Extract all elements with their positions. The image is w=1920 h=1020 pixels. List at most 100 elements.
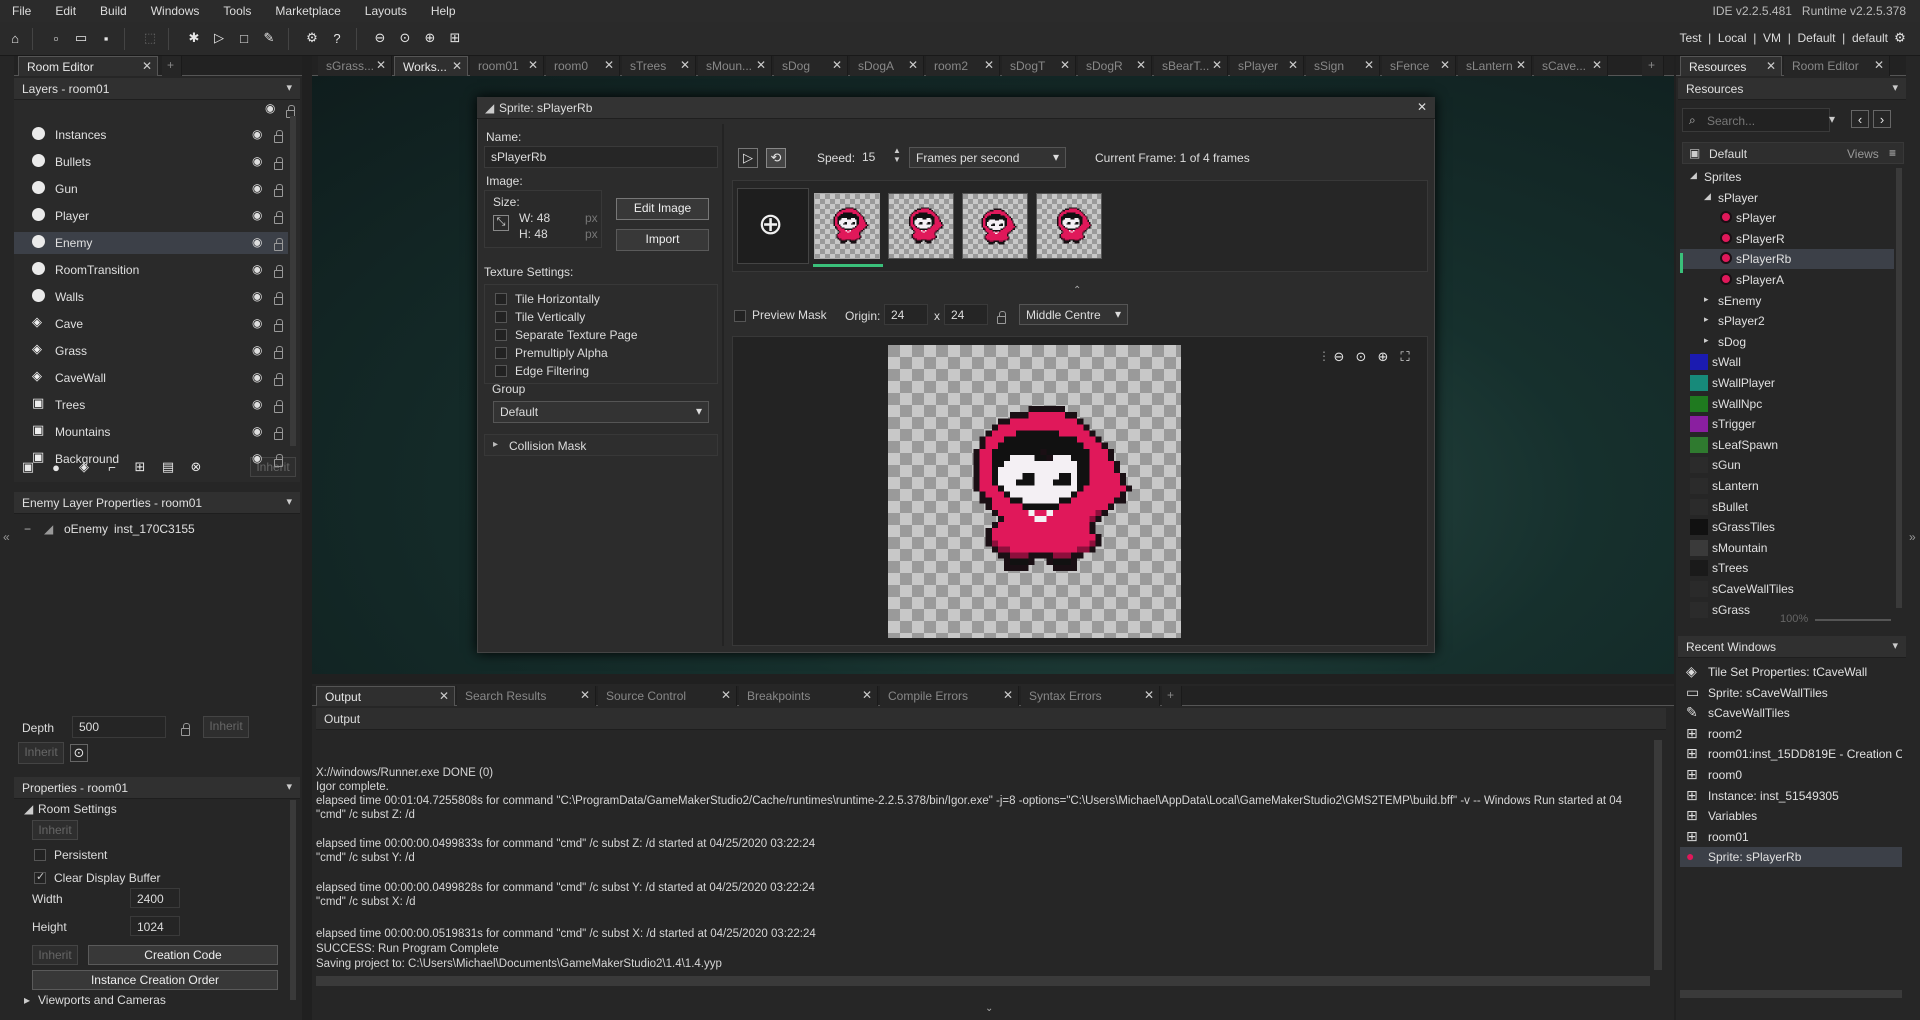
- stop-icon[interactable]: □: [234, 28, 254, 48]
- recent-window-item[interactable]: ✎ sCaveWallTiles: [1680, 703, 1902, 723]
- close-icon[interactable]: ✕: [1136, 58, 1146, 72]
- close-icon[interactable]: ✕: [984, 58, 994, 72]
- layer-row[interactable]: RoomTransition ◉: [14, 259, 288, 281]
- resource-item[interactable]: ◢ sPlayer: [1680, 188, 1894, 208]
- close-icon[interactable]: ✕: [1060, 58, 1070, 72]
- texture-option-checkbox[interactable]: [495, 347, 507, 359]
- close-icon[interactable]: ✕: [376, 58, 386, 72]
- resource-item[interactable]: sWallPlayer: [1680, 373, 1894, 393]
- resource-item[interactable]: sLeafSpawn: [1680, 435, 1894, 455]
- resource-item[interactable]: ▸ sPlayer2: [1680, 311, 1894, 331]
- import-button[interactable]: Import: [616, 229, 709, 251]
- close-icon[interactable]: ✕: [1592, 58, 1602, 72]
- search-input[interactable]: Search...: [1707, 114, 1755, 128]
- sprite-name-field[interactable]: sPlayerRb: [484, 146, 718, 168]
- resize-icon[interactable]: ⤡: [493, 215, 509, 231]
- recent-scrollbar[interactable]: [1680, 990, 1902, 998]
- layer-properties-header[interactable]: Enemy Layer Properties - room01 ▾: [14, 492, 300, 514]
- output-tab[interactable]: Search Results ✕: [457, 686, 596, 706]
- home-icon[interactable]: ⌂: [5, 28, 25, 48]
- collapsed-icon[interactable]: ▸: [1704, 314, 1709, 325]
- document-tab[interactable]: sTrees ✕: [622, 56, 696, 76]
- resource-item[interactable]: sLantern: [1680, 476, 1894, 496]
- layer-row[interactable]: Bullets ◉: [14, 151, 288, 173]
- expanded-icon[interactable]: ◢: [1690, 170, 1697, 181]
- menu-marketplace[interactable]: Marketplace: [263, 4, 352, 18]
- expand-icon[interactable]: ▸: [24, 993, 30, 1007]
- layer-row[interactable]: Enemy ◉: [14, 232, 288, 254]
- zoom-in-icon[interactable]: ⊕: [1374, 348, 1392, 366]
- menu-build[interactable]: Build: [88, 4, 139, 18]
- recent-window-item[interactable]: ◈ Tile Set Properties: tCaveWall: [1680, 662, 1902, 682]
- menu-icon[interactable]: ≡: [1889, 146, 1896, 160]
- add-tab-icon[interactable]: +: [1162, 686, 1182, 706]
- lock-icon[interactable]: [997, 311, 1006, 324]
- resource-item[interactable]: sPlayer: [1680, 208, 1894, 228]
- open-project-icon[interactable]: ▭: [71, 28, 91, 48]
- close-icon[interactable]: ✕: [1417, 100, 1427, 114]
- resource-item[interactable]: ▸ sDog: [1680, 332, 1894, 352]
- inherit-layer-button[interactable]: Inherit: [18, 742, 64, 764]
- clean-icon[interactable]: ✎: [259, 28, 279, 48]
- eye-icon[interactable]: ◉: [252, 289, 262, 303]
- resource-item[interactable]: sCaveWallTiles: [1680, 579, 1894, 599]
- document-tab[interactable]: sDogR ✕: [1078, 56, 1152, 76]
- close-icon[interactable]: ✕: [528, 58, 538, 72]
- output-hscrollbar[interactable]: [316, 976, 1650, 986]
- document-tab[interactable]: sGrass... ✕: [318, 56, 392, 76]
- layer-row[interactable]: ◈ CaveWall ◉: [14, 367, 288, 389]
- recent-window-item[interactable]: ⊞ room01:inst_15DD819E - Creation Co: [1680, 744, 1902, 764]
- lock-icon[interactable]: [274, 346, 283, 359]
- sprite-frame[interactable]: [1036, 193, 1102, 259]
- collapse-icon[interactable]: ◢: [485, 101, 494, 115]
- add-tab-icon[interactable]: +: [162, 56, 182, 76]
- output-vscrollbar[interactable]: [1654, 740, 1662, 970]
- texture-option-checkbox[interactable]: [495, 365, 507, 377]
- menu-edit[interactable]: Edit: [43, 4, 88, 18]
- tab-resources[interactable]: Resources ✕: [1680, 56, 1782, 76]
- close-icon[interactable]: ✕: [1364, 58, 1374, 72]
- fit-screen-icon[interactable]: ⛶: [1396, 348, 1414, 366]
- document-tab[interactable]: sLantern ✕: [1458, 56, 1532, 76]
- origin-preset-dropdown[interactable]: Middle Centre ▾: [1019, 304, 1128, 325]
- instance-creation-order-button[interactable]: Instance Creation Order: [32, 970, 278, 990]
- output-tab[interactable]: Syntax Errors ✕: [1021, 686, 1160, 706]
- views-label[interactable]: Views: [1847, 147, 1879, 161]
- layer-row[interactable]: ◈ Cave ◉: [14, 313, 288, 335]
- menu-layouts[interactable]: Layouts: [353, 4, 419, 18]
- close-icon[interactable]: ✕: [1212, 58, 1222, 72]
- close-icon[interactable]: ✕: [1003, 688, 1013, 702]
- zoom-out-icon[interactable]: ⊖: [1330, 348, 1348, 366]
- zoom-reset-icon[interactable]: ⊙: [1352, 348, 1370, 366]
- layers-header[interactable]: Layers - room01 ▾: [14, 78, 300, 100]
- lock-icon[interactable]: [274, 373, 283, 386]
- target-gear-icon[interactable]: ⚙: [1890, 28, 1910, 48]
- close-icon[interactable]: ✕: [1440, 58, 1450, 72]
- expanded-icon[interactable]: ◢: [1704, 191, 1711, 202]
- lock-icon[interactable]: [274, 400, 283, 413]
- inherit-room-button[interactable]: Inherit: [32, 820, 78, 840]
- properties-scrollbar[interactable]: [290, 800, 296, 1000]
- resource-item[interactable]: ◢ Sprites: [1680, 167, 1894, 187]
- eye-icon[interactable]: ◉: [252, 262, 262, 276]
- lock-icon[interactable]: [274, 238, 283, 251]
- canvas-menu-icon[interactable]: ⋮: [1318, 349, 1330, 363]
- resource-zoom-slider[interactable]: [1815, 619, 1891, 621]
- forward-icon[interactable]: ›: [1873, 110, 1891, 128]
- menu-windows[interactable]: Windows: [139, 4, 212, 18]
- room-height-field[interactable]: 1024: [130, 916, 180, 936]
- room-width-field[interactable]: 2400: [130, 888, 180, 908]
- document-tab[interactable]: sCave... ✕: [1534, 56, 1608, 76]
- add-tab-icon[interactable]: +: [1642, 56, 1664, 76]
- layers-scrollbar[interactable]: [290, 116, 296, 446]
- resource-item[interactable]: sGun: [1680, 455, 1894, 475]
- eye-icon[interactable]: ◉: [252, 343, 262, 357]
- close-icon[interactable]: ✕: [604, 58, 614, 72]
- eye-icon[interactable]: ◉: [265, 101, 275, 115]
- persistent-checkbox[interactable]: [34, 849, 46, 861]
- lock-icon[interactable]: [274, 427, 283, 440]
- eye-icon[interactable]: ◉: [252, 424, 262, 438]
- sprite-frame[interactable]: [888, 193, 954, 259]
- eye-icon[interactable]: ◉: [252, 127, 262, 141]
- sprite-titlebar[interactable]: ◢ Sprite: sPlayerRb ✕: [477, 97, 1435, 119]
